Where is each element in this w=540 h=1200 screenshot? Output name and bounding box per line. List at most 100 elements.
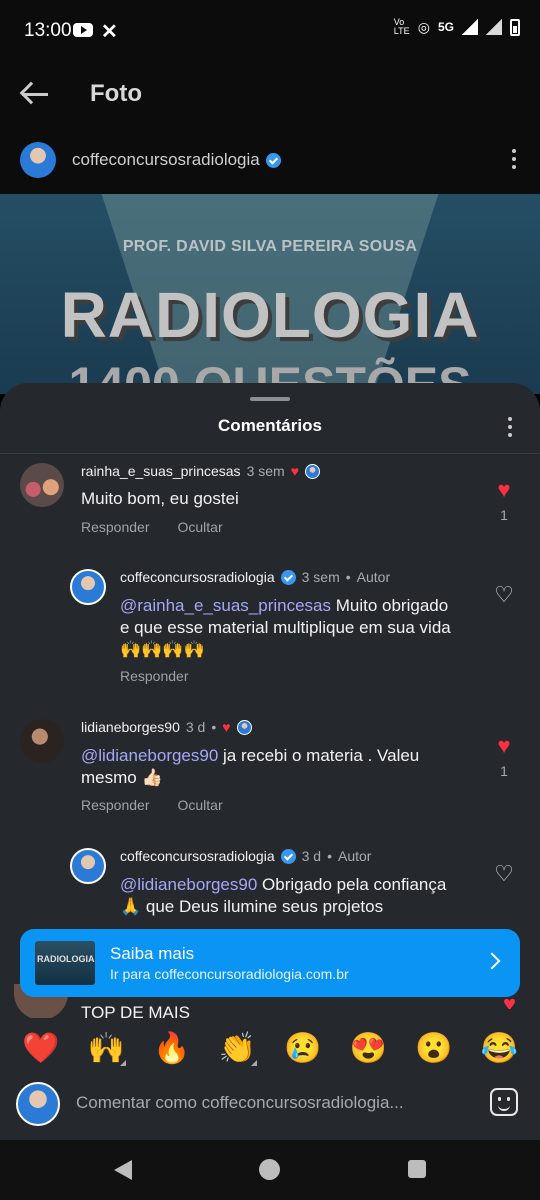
comment-time: 3 d — [185, 719, 206, 735]
comment-text: TOP DE MAIS — [81, 1003, 190, 1018]
verified-badge-icon — [280, 569, 296, 585]
commenter-avatar[interactable] — [20, 463, 64, 507]
like-heart-icon[interactable]: ♥ — [492, 735, 516, 757]
commenter-avatar[interactable] — [70, 848, 106, 884]
system-nav-bar — [0, 1140, 540, 1200]
youtube-icon — [73, 23, 93, 37]
comment-meta: coffeconcursosradiologia 3 sem • Autor — [120, 569, 390, 585]
promo-link[interactable]: Ir para coffeconcursoradiologia.com.br — [110, 966, 349, 982]
skin-tone-indicator-icon — [251, 1060, 258, 1066]
comment-meta: coffeconcursosradiologia 3 d • Autor — [120, 848, 371, 864]
post-author[interactable]: coffeconcursosradiologia — [72, 150, 281, 170]
post-options-icon[interactable] — [512, 149, 516, 171]
emoji-laughing-button[interactable]: 😂 — [477, 1032, 521, 1066]
comment-emoji-line: 🙌🙌🙌🙌 — [120, 640, 205, 659]
promo-title: Saiba mais — [110, 944, 195, 963]
comment-text: @rainha_e_suas_princesas Muito obrigado … — [120, 595, 490, 661]
signal-secondary-icon — [486, 19, 502, 35]
status-time: 13:00 — [24, 20, 72, 41]
comment-text-line: ja recebi o materia . Valeu — [218, 746, 420, 765]
comment-time: 3 sem — [246, 463, 285, 479]
emoji-heart-button[interactable]: ❤️ — [19, 1032, 63, 1066]
mention-link[interactable]: @lidianeborges90 — [81, 746, 218, 765]
like-count: 1 — [500, 507, 508, 523]
author-liked-heart-icon: ♥ — [222, 719, 231, 735]
post-image-professor: PROF. DAVID SILVA PEREIRA SOUSA — [122, 238, 418, 255]
comment-meta: lidianeborges90 3 d • ♥ — [81, 719, 252, 735]
hotspot-icon: ◎ — [417, 18, 430, 35]
comment-text-line: Muito obrigado — [331, 596, 449, 615]
commenter-avatar[interactable] — [70, 569, 106, 605]
battery-icon — [510, 18, 520, 36]
signal-icon — [462, 19, 478, 35]
like-heart-outline-icon[interactable]: ♡ — [492, 584, 516, 606]
post-header: coffeconcursosradiologia — [0, 126, 540, 194]
my-avatar — [16, 1082, 60, 1126]
verified-badge-icon — [265, 152, 281, 168]
system-icons: Vo LTE ◎ 5G — [394, 18, 520, 36]
nav-recents-icon[interactable] — [408, 1160, 426, 1178]
skin-tone-indicator-icon — [120, 1060, 127, 1066]
commenter-avatar[interactable] — [20, 719, 64, 763]
separator-dot: • — [327, 848, 332, 864]
chevron-right-icon — [483, 952, 501, 970]
nav-home-icon[interactable] — [259, 1159, 280, 1180]
network-type: 5G — [437, 20, 454, 34]
emoji-raised-hands-button[interactable]: 🙌 — [84, 1032, 128, 1066]
comment-username[interactable]: coffeconcursosradiologia — [120, 569, 275, 585]
comment-username[interactable]: coffeconcursosradiologia — [120, 848, 275, 864]
emoji-crying-button[interactable]: 😢 — [281, 1032, 325, 1066]
comment-text-line: 🙏 que Deus ilumine seus projetos — [120, 897, 384, 916]
page-title: Foto — [90, 80, 142, 107]
comment-text-line: Obrigado pela confiança — [257, 875, 447, 894]
comment-text-line: e que esse material multiplique em sua v… — [120, 618, 451, 637]
like-heart-icon[interactable]: ♥ — [492, 479, 516, 501]
comment-text: Muito bom, eu gostei — [81, 489, 239, 508]
post-author-username[interactable]: coffeconcursosradiologia — [72, 150, 260, 170]
comment-username[interactable]: rainha_e_suas_princesas — [81, 463, 241, 479]
hide-button[interactable]: Ocultar — [178, 519, 223, 535]
back-arrow-icon[interactable] — [18, 80, 50, 108]
post-image[interactable]: PROF. DAVID SILVA PEREIRA SOUSA RADIOLOG… — [0, 194, 540, 394]
reply-button[interactable]: Responder — [81, 797, 150, 813]
hide-button[interactable]: Ocultar — [178, 797, 223, 813]
comment-input[interactable] — [76, 1090, 456, 1116]
like-count: 1 — [500, 763, 508, 779]
divider — [0, 453, 540, 454]
post-image-headline: RADIOLOGIA — [60, 279, 480, 351]
emoji-surprised-button[interactable]: 😮 — [412, 1032, 456, 1066]
status-bar: 13:00 ✕ Vo LTE ◎ 5G — [0, 0, 540, 62]
mention-link[interactable]: @lidianeborges90 — [120, 875, 257, 894]
author-mini-avatar — [236, 719, 252, 735]
comments-options-icon[interactable] — [508, 417, 512, 439]
separator-dot: • — [211, 719, 217, 735]
comment-text-line: mesmo 👍🏻 — [81, 768, 163, 787]
nav-back-icon[interactable] — [114, 1160, 132, 1180]
author-mini-avatar — [305, 463, 320, 479]
emoji-clap-button[interactable]: 👏 — [215, 1032, 259, 1066]
tools-icon: ✕ — [101, 21, 118, 43]
author-label: Autor — [356, 569, 391, 585]
comment-composer — [0, 1072, 540, 1142]
top-header: Foto — [0, 62, 540, 126]
comment-time: 3 d — [301, 848, 322, 864]
mention-link[interactable]: @rainha_e_suas_princesas — [120, 596, 331, 615]
author-liked-heart-icon: ♥ — [290, 463, 299, 479]
verified-badge-icon — [280, 848, 296, 864]
learn-more-banner[interactable]: Saiba mais Ir para coffeconcursoradiolog… — [20, 929, 520, 997]
emoji-heart-eyes-button[interactable]: 😍 — [346, 1032, 390, 1066]
comment-text: @lidianeborges90 ja recebi o materia . V… — [81, 745, 461, 789]
comments-title: Comentários — [218, 416, 322, 435]
separator-dot: • — [345, 569, 351, 585]
comment-username[interactable]: lidianeborges90 — [81, 719, 180, 735]
sheet-drag-handle[interactable] — [250, 397, 290, 401]
post-author-avatar[interactable] — [20, 142, 56, 178]
sticker-icon[interactable] — [490, 1088, 518, 1116]
volte-indicator: Vo LTE — [393, 17, 410, 36]
author-label: Autor — [338, 848, 372, 864]
emoji-fire-button[interactable]: 🔥 — [150, 1032, 194, 1066]
comment-meta: rainha_e_suas_princesas 3 sem ♥ — [81, 463, 320, 479]
reply-button[interactable]: Responder — [120, 668, 189, 684]
reply-button[interactable]: Responder — [81, 519, 150, 535]
like-heart-outline-icon[interactable]: ♡ — [492, 863, 516, 885]
